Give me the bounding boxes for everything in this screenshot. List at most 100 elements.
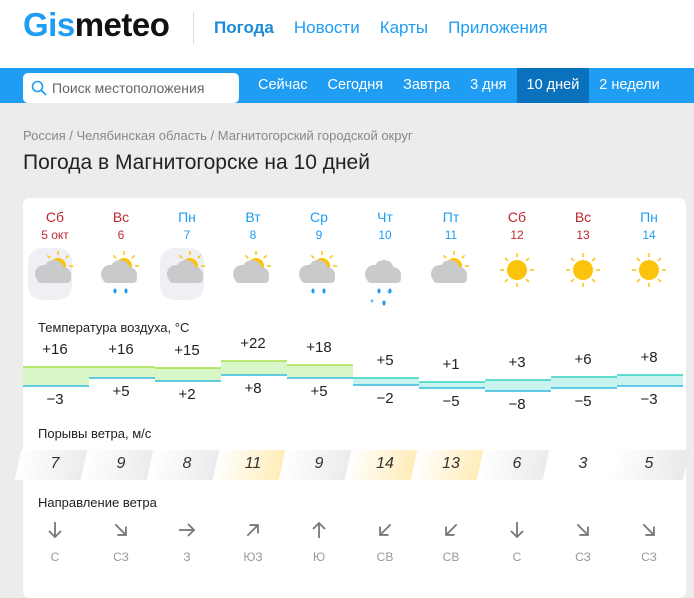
page-title: Погода в Магнитогорске на 10 дней xyxy=(23,151,370,174)
tab-today[interactable]: Сегодня xyxy=(318,68,394,103)
wind-arrow-down-left-icon xyxy=(352,520,418,545)
temp-min: −5 xyxy=(574,393,592,410)
temperature-band xyxy=(353,378,419,385)
nav-apps[interactable]: Приложения xyxy=(448,18,547,38)
temperature-band xyxy=(221,361,287,375)
divider xyxy=(193,12,194,44)
day-date[interactable]: 10 xyxy=(352,228,418,242)
temp-max: +5 xyxy=(376,352,394,369)
weather-sunny-icon xyxy=(550,246,616,304)
wind-direction: СЗ xyxy=(113,550,129,564)
wind-arrow-down-right-icon xyxy=(550,520,616,545)
nav-news[interactable]: Новости xyxy=(294,18,360,38)
day-date[interactable]: 6 xyxy=(88,228,154,242)
wind-arrow-down-right-icon xyxy=(88,520,154,545)
temp-max: +22 xyxy=(240,335,266,352)
day-of-week[interactable]: Вс xyxy=(550,209,616,225)
wind-direction: С xyxy=(50,550,60,564)
temp-min: −5 xyxy=(442,393,460,410)
forecast-card: Сб 5 окт 7 С Вс 6 9 СЗ Пн 7 8 З Вт 8 11 … xyxy=(14,198,690,598)
day-date[interactable]: 8 xyxy=(220,228,286,242)
nav-maps[interactable]: Карты xyxy=(380,18,428,38)
gust-label: Порывы ветра, м/с xyxy=(38,426,152,441)
temperature-label: Температура воздуха, °C xyxy=(38,320,190,335)
gust-value: 5 xyxy=(644,455,654,472)
day-of-week[interactable]: Сб xyxy=(22,209,88,225)
temperature-band xyxy=(485,380,551,391)
weather-cloudy-sun-rain-icon xyxy=(286,246,352,304)
wind-arrow-down-icon xyxy=(22,520,88,545)
day-of-week[interactable]: Вт xyxy=(220,209,286,225)
main-nav: Погода Новости Карты Приложения xyxy=(214,18,548,38)
tab-2-weeks[interactable]: 2 недели xyxy=(589,68,669,103)
day-date[interactable]: 11 xyxy=(418,228,484,242)
nav-weather[interactable]: Погода xyxy=(214,18,274,38)
temperature-band xyxy=(89,367,155,378)
temp-min: −8 xyxy=(508,396,526,413)
temp-min: −2 xyxy=(376,390,394,407)
breadcrumb[interactable]: Россия / Челябинская область / Магнитого… xyxy=(23,128,413,143)
gust-value: 14 xyxy=(376,455,394,472)
tab-tomorrow[interactable]: Завтра xyxy=(393,68,460,103)
day-date[interactable]: 7 xyxy=(154,228,220,242)
day-of-week[interactable]: Чт xyxy=(352,209,418,225)
wind-direction: СВ xyxy=(376,550,394,564)
weather-partly-cloudy-rain-icon xyxy=(88,246,154,304)
day-date[interactable]: 9 xyxy=(286,228,352,242)
day-of-week[interactable]: Пт xyxy=(418,209,484,225)
gust-value: 13 xyxy=(442,455,460,472)
tab-now[interactable]: Сейчас xyxy=(248,68,318,103)
day-date[interactable]: 14 xyxy=(616,228,682,242)
wind-direction: С xyxy=(512,550,522,564)
wind-arrow-down-left-icon xyxy=(418,520,484,545)
gust-value: 11 xyxy=(244,455,262,472)
weather-partly-cloudy-icon xyxy=(220,246,286,304)
search-placeholder: Поиск местоположения xyxy=(52,80,205,96)
gust-value: 9 xyxy=(314,455,324,472)
day-date[interactable]: 5 окт xyxy=(22,228,88,242)
wind-direction: СЗ xyxy=(641,550,657,564)
weather-partly-cloudy-haze-icon xyxy=(154,246,220,304)
temp-max: +6 xyxy=(574,351,592,368)
temp-min: −3 xyxy=(640,391,658,408)
weather-partly-cloudy-haze-icon xyxy=(22,246,88,304)
weather-sunny-icon xyxy=(484,246,550,304)
weather-cloudy-sun-icon xyxy=(418,246,484,304)
wind-arrow-right-icon xyxy=(154,520,220,545)
temp-max: +18 xyxy=(306,339,332,356)
day-of-week[interactable]: Пн xyxy=(616,209,682,225)
temperature-band xyxy=(617,375,683,386)
wind-direction: ЮЗ xyxy=(243,550,263,564)
wind-direction: З xyxy=(183,550,191,564)
temperature-band xyxy=(155,368,221,381)
temp-max: +3 xyxy=(508,354,526,371)
tab-10-days[interactable]: 10 дней xyxy=(516,68,590,103)
temperature-band xyxy=(551,377,617,388)
wind-arrow-down-icon xyxy=(484,520,550,545)
wind-direction: Ю xyxy=(312,550,326,564)
day-of-week[interactable]: Сб xyxy=(484,209,550,225)
temp-min: +2 xyxy=(178,386,196,403)
tab-3-days[interactable]: 3 дня xyxy=(460,68,516,103)
day-date[interactable]: 13 xyxy=(550,228,616,242)
temp-max: +8 xyxy=(640,349,658,366)
wind-arrow-up-icon xyxy=(286,520,352,545)
temperature-band xyxy=(287,365,353,378)
wind-direction: СЗ xyxy=(575,550,591,564)
svg-text:*: * xyxy=(387,289,391,300)
day-of-week[interactable]: Вс xyxy=(88,209,154,225)
gust-value: 6 xyxy=(512,455,522,472)
svg-text:*: * xyxy=(370,298,374,308)
temp-max: +16 xyxy=(42,341,68,358)
gust-value: 9 xyxy=(116,455,126,472)
gismeteo-logo[interactable]: Gismeteo xyxy=(23,6,170,44)
day-of-week[interactable]: Пн xyxy=(154,209,220,225)
temp-min: +5 xyxy=(112,383,130,400)
wind-arrow-up-right-icon xyxy=(220,520,286,545)
temp-min: −3 xyxy=(46,391,64,408)
day-date[interactable]: 12 xyxy=(484,228,550,242)
temp-max: +16 xyxy=(108,341,134,358)
day-of-week[interactable]: Ср xyxy=(286,209,352,225)
search-input[interactable]: Поиск местоположения xyxy=(23,73,239,103)
gust-value: 7 xyxy=(50,455,60,472)
